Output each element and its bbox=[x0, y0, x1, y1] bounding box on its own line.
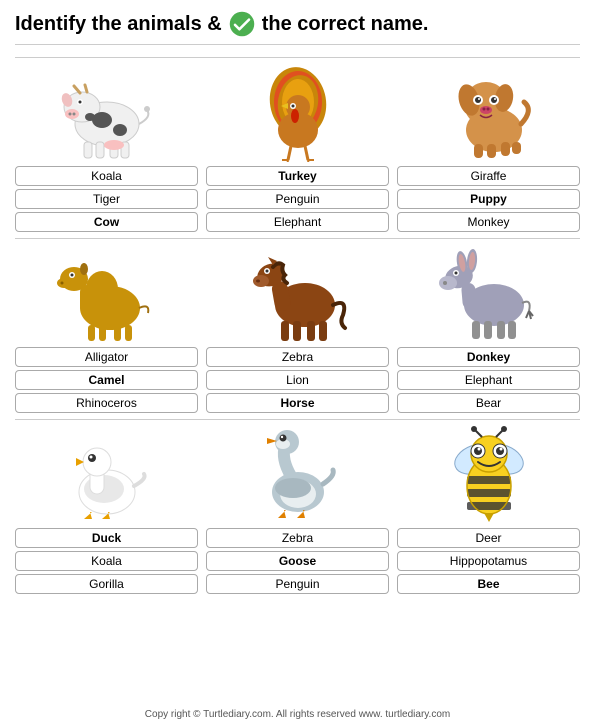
option-puppy[interactable]: Puppy bbox=[397, 189, 580, 209]
option-elephant[interactable]: Elephant bbox=[397, 370, 580, 390]
option-camel[interactable]: Camel bbox=[15, 370, 198, 390]
animal-cell-cow: Koala Tiger Cow bbox=[15, 62, 198, 232]
options-horse: Zebra Lion Horse bbox=[206, 347, 389, 413]
section-2: Duck Koala Gorilla Zebra Goose Penguin bbox=[15, 424, 580, 594]
option-elephant[interactable]: Elephant bbox=[206, 212, 389, 232]
animal-cell-camel: Alligator Camel Rhinoceros bbox=[15, 243, 198, 413]
options-puppy: Giraffe Puppy Monkey bbox=[397, 166, 580, 232]
animal-image-duck bbox=[52, 424, 162, 524]
options-turkey: Turkey Penguin Elephant bbox=[206, 166, 389, 232]
header: Identify the animals & the correct name. bbox=[15, 10, 580, 45]
option-rhinoceros[interactable]: Rhinoceros bbox=[15, 393, 198, 413]
option-bear[interactable]: Bear bbox=[397, 393, 580, 413]
animal-cell-goose: Zebra Goose Penguin bbox=[206, 424, 389, 594]
checkmark-icon bbox=[228, 10, 256, 38]
options-bee: Deer Hippopotamus Bee bbox=[397, 528, 580, 594]
animal-cell-duck: Duck Koala Gorilla bbox=[15, 424, 198, 594]
option-tiger[interactable]: Tiger bbox=[15, 189, 198, 209]
options-donkey: Donkey Elephant Bear bbox=[397, 347, 580, 413]
option-monkey[interactable]: Monkey bbox=[397, 212, 580, 232]
option-gorilla[interactable]: Gorilla bbox=[15, 574, 198, 594]
option-penguin[interactable]: Penguin bbox=[206, 189, 389, 209]
animal-image-donkey bbox=[434, 243, 544, 343]
option-lion[interactable]: Lion bbox=[206, 370, 389, 390]
section-0: Koala Tiger Cow Turkey Penguin Elephant bbox=[15, 62, 580, 232]
animal-image-turkey bbox=[243, 62, 353, 162]
option-cow[interactable]: Cow bbox=[15, 212, 198, 232]
option-hippopotamus[interactable]: Hippopotamus bbox=[397, 551, 580, 571]
header-text-1: Identify the animals & bbox=[15, 13, 222, 36]
page: Identify the animals & the correct name. bbox=[0, 0, 595, 725]
animal-image-bee bbox=[434, 424, 544, 524]
option-deer[interactable]: Deer bbox=[397, 528, 580, 548]
animal-cell-bee: Deer Hippopotamus Bee bbox=[397, 424, 580, 594]
option-goose[interactable]: Goose bbox=[206, 551, 389, 571]
options-cow: Koala Tiger Cow bbox=[15, 166, 198, 232]
options-duck: Duck Koala Gorilla bbox=[15, 528, 198, 594]
option-horse[interactable]: Horse bbox=[206, 393, 389, 413]
footer: Copy right © Turtlediary.com. All rights… bbox=[15, 705, 580, 720]
animal-cell-donkey: Donkey Elephant Bear bbox=[397, 243, 580, 413]
option-zebra[interactable]: Zebra bbox=[206, 528, 389, 548]
animal-image-puppy bbox=[434, 62, 544, 162]
option-turkey[interactable]: Turkey bbox=[206, 166, 389, 186]
animal-image-horse bbox=[243, 243, 353, 343]
option-penguin[interactable]: Penguin bbox=[206, 574, 389, 594]
animal-cell-horse: Zebra Lion Horse bbox=[206, 243, 389, 413]
section-1: AlligatorCamelRhinoceros Zeb bbox=[15, 243, 580, 413]
option-donkey[interactable]: Donkey bbox=[397, 347, 580, 367]
option-koala[interactable]: Koala bbox=[15, 551, 198, 571]
animal-cell-puppy: Giraffe Puppy Monkey bbox=[397, 62, 580, 232]
option-giraffe[interactable]: Giraffe bbox=[397, 166, 580, 186]
option-bee[interactable]: Bee bbox=[397, 574, 580, 594]
animal-image-goose bbox=[243, 424, 353, 524]
sections-container: Koala Tiger Cow Turkey Penguin Elephant bbox=[15, 53, 580, 600]
header-text-2: the correct name. bbox=[262, 13, 429, 36]
option-koala[interactable]: Koala bbox=[15, 166, 198, 186]
animal-image-cow bbox=[52, 62, 162, 162]
options-camel: Alligator Camel Rhinoceros bbox=[15, 347, 198, 413]
option-alligator[interactable]: Alligator bbox=[15, 347, 198, 367]
animal-cell-turkey: Turkey Penguin Elephant bbox=[206, 62, 389, 232]
option-duck[interactable]: Duck bbox=[15, 528, 198, 548]
animal-image-camel bbox=[52, 243, 162, 343]
options-goose: Zebra Goose Penguin bbox=[206, 528, 389, 594]
option-zebra[interactable]: Zebra bbox=[206, 347, 389, 367]
